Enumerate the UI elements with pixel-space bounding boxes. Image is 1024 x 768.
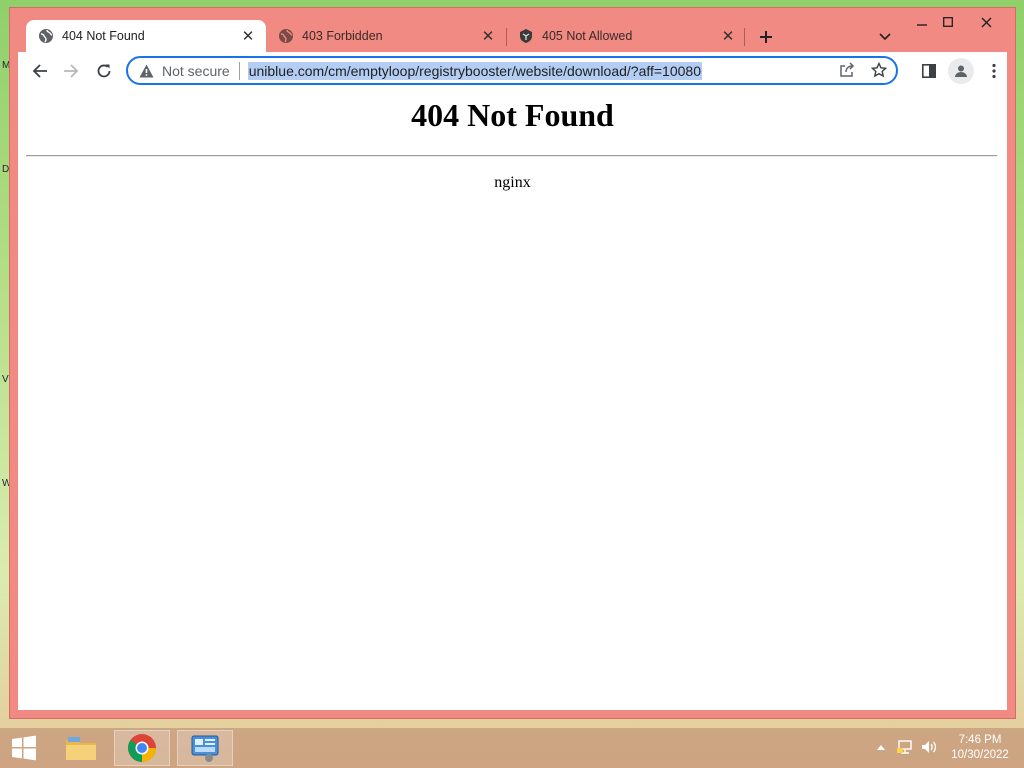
address-bar[interactable]: Not secure uniblue.com/cm/emptyloop/regi… (126, 56, 898, 85)
start-button[interactable] (0, 730, 52, 766)
volume-control[interactable] (920, 738, 938, 756)
warning-icon[interactable] (137, 62, 155, 80)
menu-button[interactable] (981, 58, 1007, 84)
globe-icon (38, 28, 54, 44)
new-tab-button[interactable] (754, 25, 778, 49)
page-content: 404 Not Found nginx (18, 89, 1007, 710)
close-icon (981, 17, 991, 27)
globe-icon (278, 28, 294, 44)
close-tab-icon[interactable]: ✕ (480, 28, 496, 45)
maximize-icon (943, 17, 953, 27)
tab-title: 405 Not Allowed (542, 29, 633, 43)
tab-separator (744, 28, 745, 46)
chevron-down-icon (879, 33, 891, 41)
tab-strip: 404 Not Found ✕ 403 Forbidden ✕ 405 Not … (10, 8, 1015, 52)
taskbar: 7:46 PM 10/30/2022 (0, 728, 1024, 768)
arrow-left-icon (32, 64, 47, 78)
windows-logo-icon (12, 735, 36, 761)
system-clock[interactable]: 7:46 PM 10/30/2022 (944, 733, 1016, 763)
reload-icon (97, 64, 111, 78)
plus-icon (760, 31, 772, 43)
control-panel-icon (191, 735, 219, 762)
folder-icon (66, 737, 96, 760)
server-name: nginx (494, 174, 531, 191)
reload-button[interactable] (91, 58, 117, 84)
person-icon (955, 65, 967, 77)
arrow-right-icon (64, 64, 79, 78)
chrome-icon (128, 734, 156, 762)
file-explorer-button[interactable] (53, 730, 109, 766)
share-icon[interactable] (838, 61, 856, 79)
maximize-button[interactable] (935, 12, 961, 32)
speaker-icon (922, 741, 937, 753)
show-hidden-icons-button[interactable] (872, 738, 890, 756)
clock-date: 10/30/2022 (951, 749, 1009, 761)
chevron-up-icon (877, 745, 885, 750)
tab-403-forbidden[interactable]: 403 Forbidden ✕ (266, 20, 506, 52)
minimize-button[interactable] (909, 12, 935, 32)
divider (26, 155, 997, 157)
desktop-icon-label-v: V (2, 374, 9, 385)
close-tab-icon[interactable]: ✕ (720, 28, 736, 45)
close-window-button[interactable] (973, 12, 999, 32)
network-icon (897, 740, 912, 754)
browser-toolbar: Not secure uniblue.com/cm/emptyloop/regi… (18, 52, 1007, 89)
tab-405-not-allowed[interactable]: 405 Not Allowed ✕ (506, 20, 746, 52)
address-bar-actions (838, 61, 888, 79)
page-title: 404 Not Found (411, 97, 614, 133)
side-panel-icon (922, 64, 936, 78)
shield-icon (518, 28, 534, 44)
control-panel-taskbar-button[interactable] (177, 730, 233, 766)
tab-title: 403 Forbidden (302, 29, 383, 43)
clock-time: 7:46 PM (958, 734, 1002, 746)
minimize-icon (917, 24, 927, 26)
close-tab-icon[interactable]: ✕ (240, 28, 256, 45)
profile-button[interactable] (948, 58, 974, 84)
back-button[interactable] (27, 58, 53, 84)
bookmark-star-icon[interactable] (870, 61, 888, 79)
browser-window: 404 Not Found ✕ 403 Forbidden ✕ 405 Not … (10, 8, 1015, 718)
divider (238, 61, 240, 80)
chrome-taskbar-button[interactable] (114, 730, 170, 766)
network-status[interactable] (896, 738, 914, 756)
side-panel-button[interactable] (916, 58, 942, 84)
desktop-icon-label-d: D (2, 164, 10, 175)
more-vert-icon (992, 63, 996, 79)
tab-search-button[interactable] (875, 27, 895, 47)
tab-title: 404 Not Found (62, 29, 145, 43)
security-status[interactable]: Not secure (162, 63, 230, 79)
tab-404-not-found[interactable]: 404 Not Found ✕ (26, 20, 266, 52)
url-text[interactable]: uniblue.com/cm/emptyloop/registrybooster… (247, 61, 702, 80)
forward-button[interactable] (58, 58, 84, 84)
